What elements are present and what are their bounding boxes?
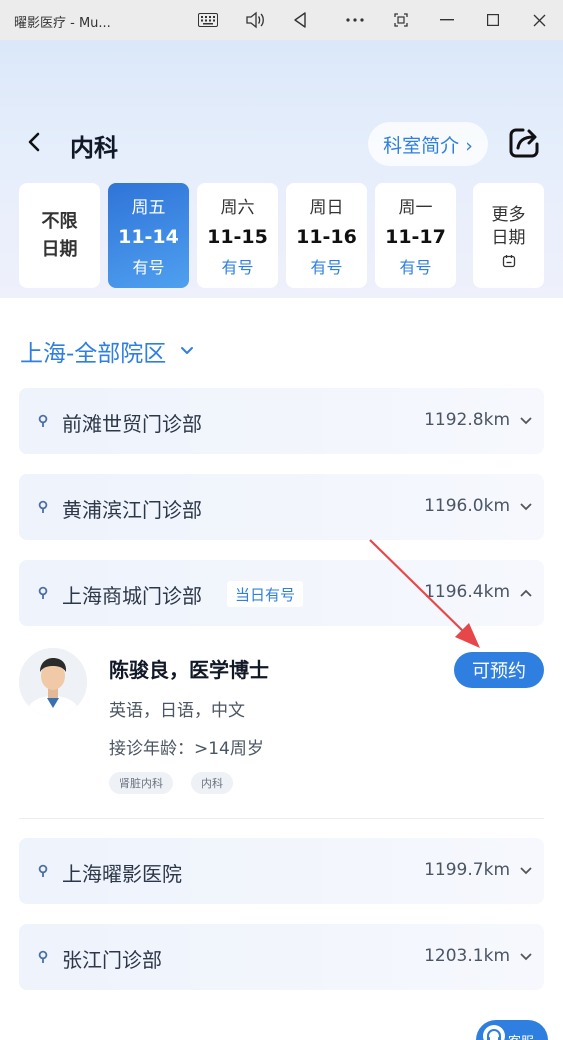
headset-icon — [483, 1025, 505, 1040]
date-availability: 有号 — [221, 258, 254, 277]
minimize-icon[interactable] — [435, 8, 459, 32]
date-card-selected[interactable]: 周五 11-14 有号 — [108, 183, 189, 288]
specialty-tag: 肾脏内科 — [109, 772, 173, 794]
branch-distance: 1192.8km — [424, 410, 510, 430]
branch-item[interactable]: 上海曜影医院 1199.7km — [19, 838, 544, 904]
more-icon[interactable] — [343, 8, 367, 32]
more-dates-label: 更多 — [491, 204, 526, 225]
branch-name: 黄浦滨江门诊部 — [62, 498, 202, 522]
date-unlimited-card[interactable]: 不限 日期 — [19, 183, 100, 288]
more-dates-card[interactable]: 更多 日期 — [473, 183, 544, 288]
screenshot-icon[interactable] — [389, 8, 413, 32]
date-card[interactable]: 周六 11-15 有号 — [197, 183, 278, 288]
date-day: 11-14 — [118, 226, 179, 248]
chevron-left-icon — [28, 132, 40, 152]
date-weekday: 周五 — [131, 198, 166, 218]
chevron-up-icon — [520, 589, 532, 597]
location-pin-icon — [38, 414, 48, 427]
region-label: 上海-全部院区 — [20, 341, 167, 367]
branch-distance: 1196.0km — [424, 496, 510, 516]
date-day: 11-15 — [207, 226, 268, 248]
window-titlebar: 曜影医疗 - Mu... — [0, 0, 563, 40]
date-unlimited-label: 不限 — [41, 210, 78, 232]
branch-name: 上海曜影医院 — [62, 862, 182, 886]
chevron-down-icon — [520, 867, 532, 875]
branch-item-expanded[interactable]: 上海商城门诊部 当日有号 1196.4km — [19, 560, 544, 626]
customer-service-button[interactable]: 客服 — [476, 1020, 548, 1040]
close-icon[interactable] — [527, 8, 551, 32]
share-icon — [509, 128, 539, 158]
location-pin-icon — [38, 500, 48, 513]
more-dates-label: 日期 — [491, 227, 526, 248]
book-appointment-button[interactable]: 可预约 — [454, 652, 544, 688]
date-weekday: 周一 — [398, 198, 433, 218]
doctor-name: 陈骏良，医学博士 — [109, 658, 269, 682]
calendar-icon — [502, 254, 515, 267]
share-button[interactable] — [506, 124, 542, 160]
chevron-down-icon — [520, 417, 532, 425]
customer-service-label: 客服 — [508, 1031, 534, 1040]
date-availability: 有号 — [310, 258, 343, 277]
date-card[interactable]: 周日 11-16 有号 — [286, 183, 367, 288]
date-weekday: 周日 — [309, 198, 344, 218]
keyboard-icon[interactable] — [196, 8, 220, 32]
back-button[interactable] — [22, 128, 44, 156]
specialty-tag: 内科 — [191, 772, 233, 794]
branch-item[interactable]: 黄浦滨江门诊部 1196.0km — [19, 474, 544, 540]
doctor-card[interactable]: 陈骏良，医学博士 英语，日语，中文 接诊年龄：>14周岁 肾脏内科 内科 可预约 — [19, 640, 544, 810]
location-pin-icon — [38, 864, 48, 877]
branch-item[interactable]: 前滩世贸门诊部 1192.8km — [19, 388, 544, 454]
date-day: 11-16 — [296, 226, 357, 248]
doctor-avatar — [19, 648, 87, 716]
department-intro-button[interactable]: 科室简介 › — [368, 122, 488, 166]
branch-distance: 1199.7km — [424, 860, 510, 880]
volume-icon[interactable] — [243, 8, 267, 32]
date-availability: 有号 — [399, 258, 432, 277]
branch-distance: 1196.4km — [424, 582, 510, 602]
window-title: 曜影医疗 - Mu... — [14, 16, 111, 31]
back-triangle-icon[interactable] — [288, 8, 312, 32]
chevron-down-icon — [181, 347, 194, 354]
branch-name: 上海商城门诊部 — [62, 584, 202, 608]
location-pin-icon — [38, 950, 48, 963]
branch-distance: 1203.1km — [424, 946, 510, 966]
page-title: 内科 — [70, 134, 118, 162]
location-pin-icon — [38, 586, 48, 599]
chevron-down-icon — [520, 503, 532, 511]
doctor-age-range: 接诊年龄：>14周岁 — [109, 739, 264, 759]
date-day: 11-17 — [385, 226, 446, 248]
date-unlimited-label: 日期 — [41, 238, 78, 260]
doctor-languages: 英语，日语，中文 — [109, 701, 245, 721]
divider — [19, 818, 544, 819]
date-availability: 有号 — [132, 258, 165, 277]
chevron-down-icon — [520, 953, 532, 961]
branch-item[interactable]: 张江门诊部 1203.1km — [19, 924, 544, 990]
same-day-badge: 当日有号 — [227, 581, 304, 607]
branch-name: 前滩世贸门诊部 — [62, 412, 202, 436]
maximize-icon[interactable] — [481, 8, 505, 32]
date-card[interactable]: 周一 11-17 有号 — [375, 183, 456, 288]
branch-name: 张江门诊部 — [62, 948, 162, 972]
date-weekday: 周六 — [220, 198, 255, 218]
region-selector[interactable]: 上海-全部院区 — [20, 334, 194, 368]
